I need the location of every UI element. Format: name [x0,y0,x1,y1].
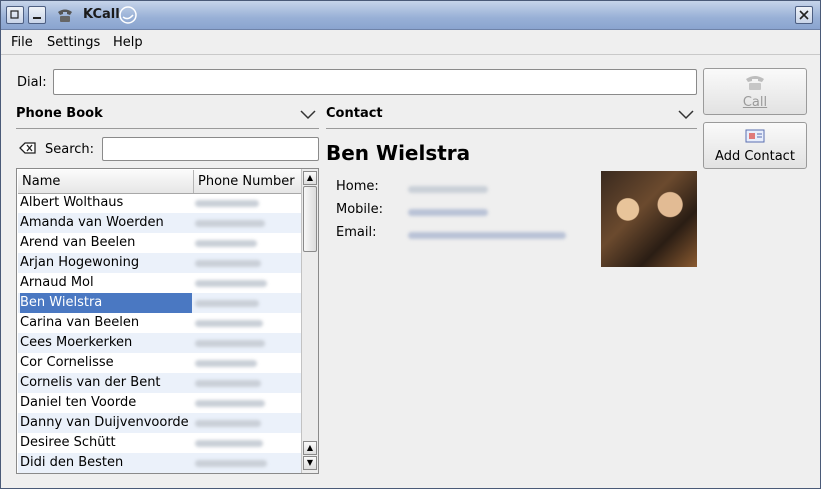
contact-name-cell: Carina van Beelen [20,315,140,330]
table-row[interactable]: Arend van Beelen [18,233,301,253]
window-menu-icon [10,10,19,19]
table-row[interactable]: Didi den Besten [18,453,301,473]
dial-input[interactable] [53,69,697,95]
contact-name-cell: Arend van Beelen [20,235,136,250]
add-contact-button[interactable]: Add Contact [703,122,807,169]
table-row[interactable]: Amanda van Woerden [18,213,301,233]
phonebook-title: Phone Book [16,106,103,121]
phone-icon [746,76,764,90]
contact-name-cell: Albert Wolthaus [20,195,124,210]
contact-name-cell: Amanda van Woerden [20,215,164,230]
phone-number-cell-redacted [195,433,295,453]
contact-name-cell: Ben Wielstra [20,293,192,313]
table-row[interactable]: Albert Wolthaus [18,193,301,213]
menu-settings[interactable]: Settings [47,35,100,50]
home-value-redacted [408,182,488,197]
close-button[interactable] [795,6,813,24]
mobile-label: Mobile: [336,202,384,217]
phone-number-cell-redacted [195,453,295,473]
phone-number-cell-redacted [195,273,295,293]
phone-number-cell-redacted [195,353,295,373]
table-row[interactable]: Cor Cornelisse [18,353,301,373]
title-bar[interactable]: KCall [1,1,820,30]
clear-search-icon[interactable] [19,141,37,155]
phone-number-cell-redacted [195,313,295,333]
phonebook-collapse-chevron-icon[interactable] [299,109,317,121]
contact-name-cell: Arjan Hogewoning [20,255,140,270]
menu-bar: File Settings Help [1,30,820,55]
phone-number-cell-redacted [195,373,295,393]
search-input[interactable] [102,137,319,161]
list-header: Name Phone Number [18,170,301,194]
phone-number-cell-redacted [195,293,295,313]
scroll-up-arrow-icon[interactable]: ▲ [303,171,317,185]
table-row[interactable]: Ben Wielstra [18,293,301,313]
mobile-value-redacted[interactable] [408,205,488,220]
kcall-window: KCall File Settings Help Dial: Call Add … [0,0,821,489]
phone-number-cell-redacted [195,393,295,413]
call-button[interactable]: Call [703,68,807,115]
home-label: Home: [336,179,379,194]
contact-section-title: Contact [326,106,383,121]
contact-name-cell: Daniel ten Voorde [20,395,137,410]
search-label: Search: [45,142,95,157]
phone-number-cell-redacted [195,233,295,253]
window-title: KCall [83,7,120,22]
email-value-redacted[interactable] [408,228,566,243]
menu-file[interactable]: File [11,35,33,50]
table-row[interactable]: Cees Moerkerken [18,333,301,353]
contact-name-cell: Danny van Duijvenvoorde [20,415,189,430]
contact-collapse-chevron-icon[interactable] [677,109,695,121]
scroll-down-arrow-icon[interactable]: ▼ [303,456,317,470]
column-header-phone[interactable]: Phone Number [194,170,301,193]
add-contact-icon [745,129,765,143]
kcall-logo-icon [119,6,137,24]
contact-name-cell: Cor Cornelisse [20,355,114,370]
contact-name: Ben Wielstra [326,141,471,165]
phone-number-cell-redacted [195,253,295,273]
contact-name-cell: Arnaud Mol [20,275,94,290]
column-header-name[interactable]: Name [18,170,194,193]
list-scrollbar[interactable]: ▲ ▲ ▼ [301,169,318,473]
scroll-up-arrow-icon[interactable]: ▲ [303,441,317,455]
table-row[interactable]: Daniel ten Voorde [18,393,301,413]
contact-name-cell: Cees Moerkerken [20,335,133,350]
table-row[interactable]: Arnaud Mol [18,273,301,293]
add-contact-label: Add Contact [715,149,795,164]
contact-name-cell: Cornelis van der Bent [20,375,161,390]
window-menu-button[interactable] [6,6,24,24]
minimize-button[interactable] [28,6,46,24]
email-label: Email: [336,225,377,240]
contact-name-cell: Didi den Besten [20,455,124,470]
table-row[interactable]: Carina van Beelen [18,313,301,333]
contact-name-cell: Desiree Schütt [20,435,116,450]
minimize-icon [33,17,41,19]
call-button-label: Call [742,95,768,110]
table-row[interactable]: Desiree Schütt [18,433,301,453]
phonebook-list[interactable]: Name Phone Number Albert Wolthaus Amanda … [16,168,319,474]
phone-number-cell-redacted [195,213,295,233]
contact-divider [326,128,697,129]
phone-number-cell-redacted [195,193,295,213]
contact-photo [601,171,697,267]
table-row[interactable]: Danny van Duijvenvoorde [18,413,301,433]
scrollbar-thumb[interactable] [303,186,317,252]
phone-number-cell-redacted [195,333,295,353]
close-icon [799,10,809,20]
phonebook-divider [16,128,319,129]
telephone-app-icon [58,9,72,22]
table-row[interactable]: Cornelis van der Bent [18,373,301,393]
phone-number-cell-redacted [195,413,295,433]
menu-help[interactable]: Help [113,35,143,50]
table-row[interactable]: Arjan Hogewoning [18,253,301,273]
dial-label: Dial: [17,75,47,90]
